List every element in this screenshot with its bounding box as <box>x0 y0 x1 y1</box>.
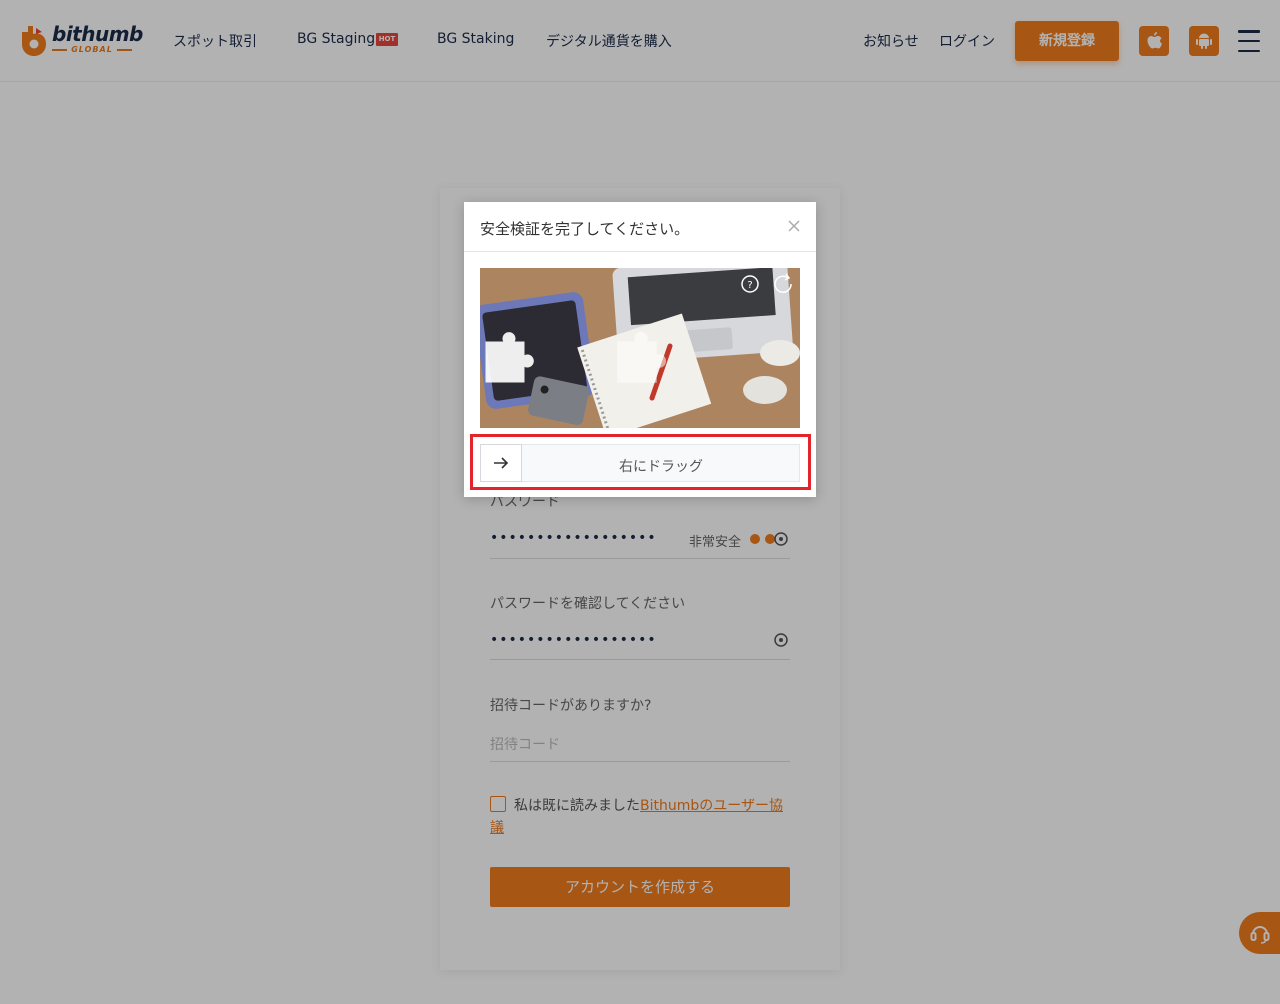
captcha-modal: 安全検証を完了してください。 ? 右にドラッグ <box>464 202 816 497</box>
captcha-title: 安全検証を完了してください。 <box>480 220 690 238</box>
slider-handle[interactable] <box>480 444 522 482</box>
modal-divider <box>464 251 816 252</box>
arrow-right-icon <box>494 457 509 469</box>
modal-backdrop <box>0 0 1280 1004</box>
drag-instruction: 右にドラッグ <box>619 459 703 475</box>
svg-text:?: ? <box>747 280 752 291</box>
close-icon[interactable] <box>786 218 802 234</box>
captcha-puzzle-image: ? <box>480 268 800 428</box>
